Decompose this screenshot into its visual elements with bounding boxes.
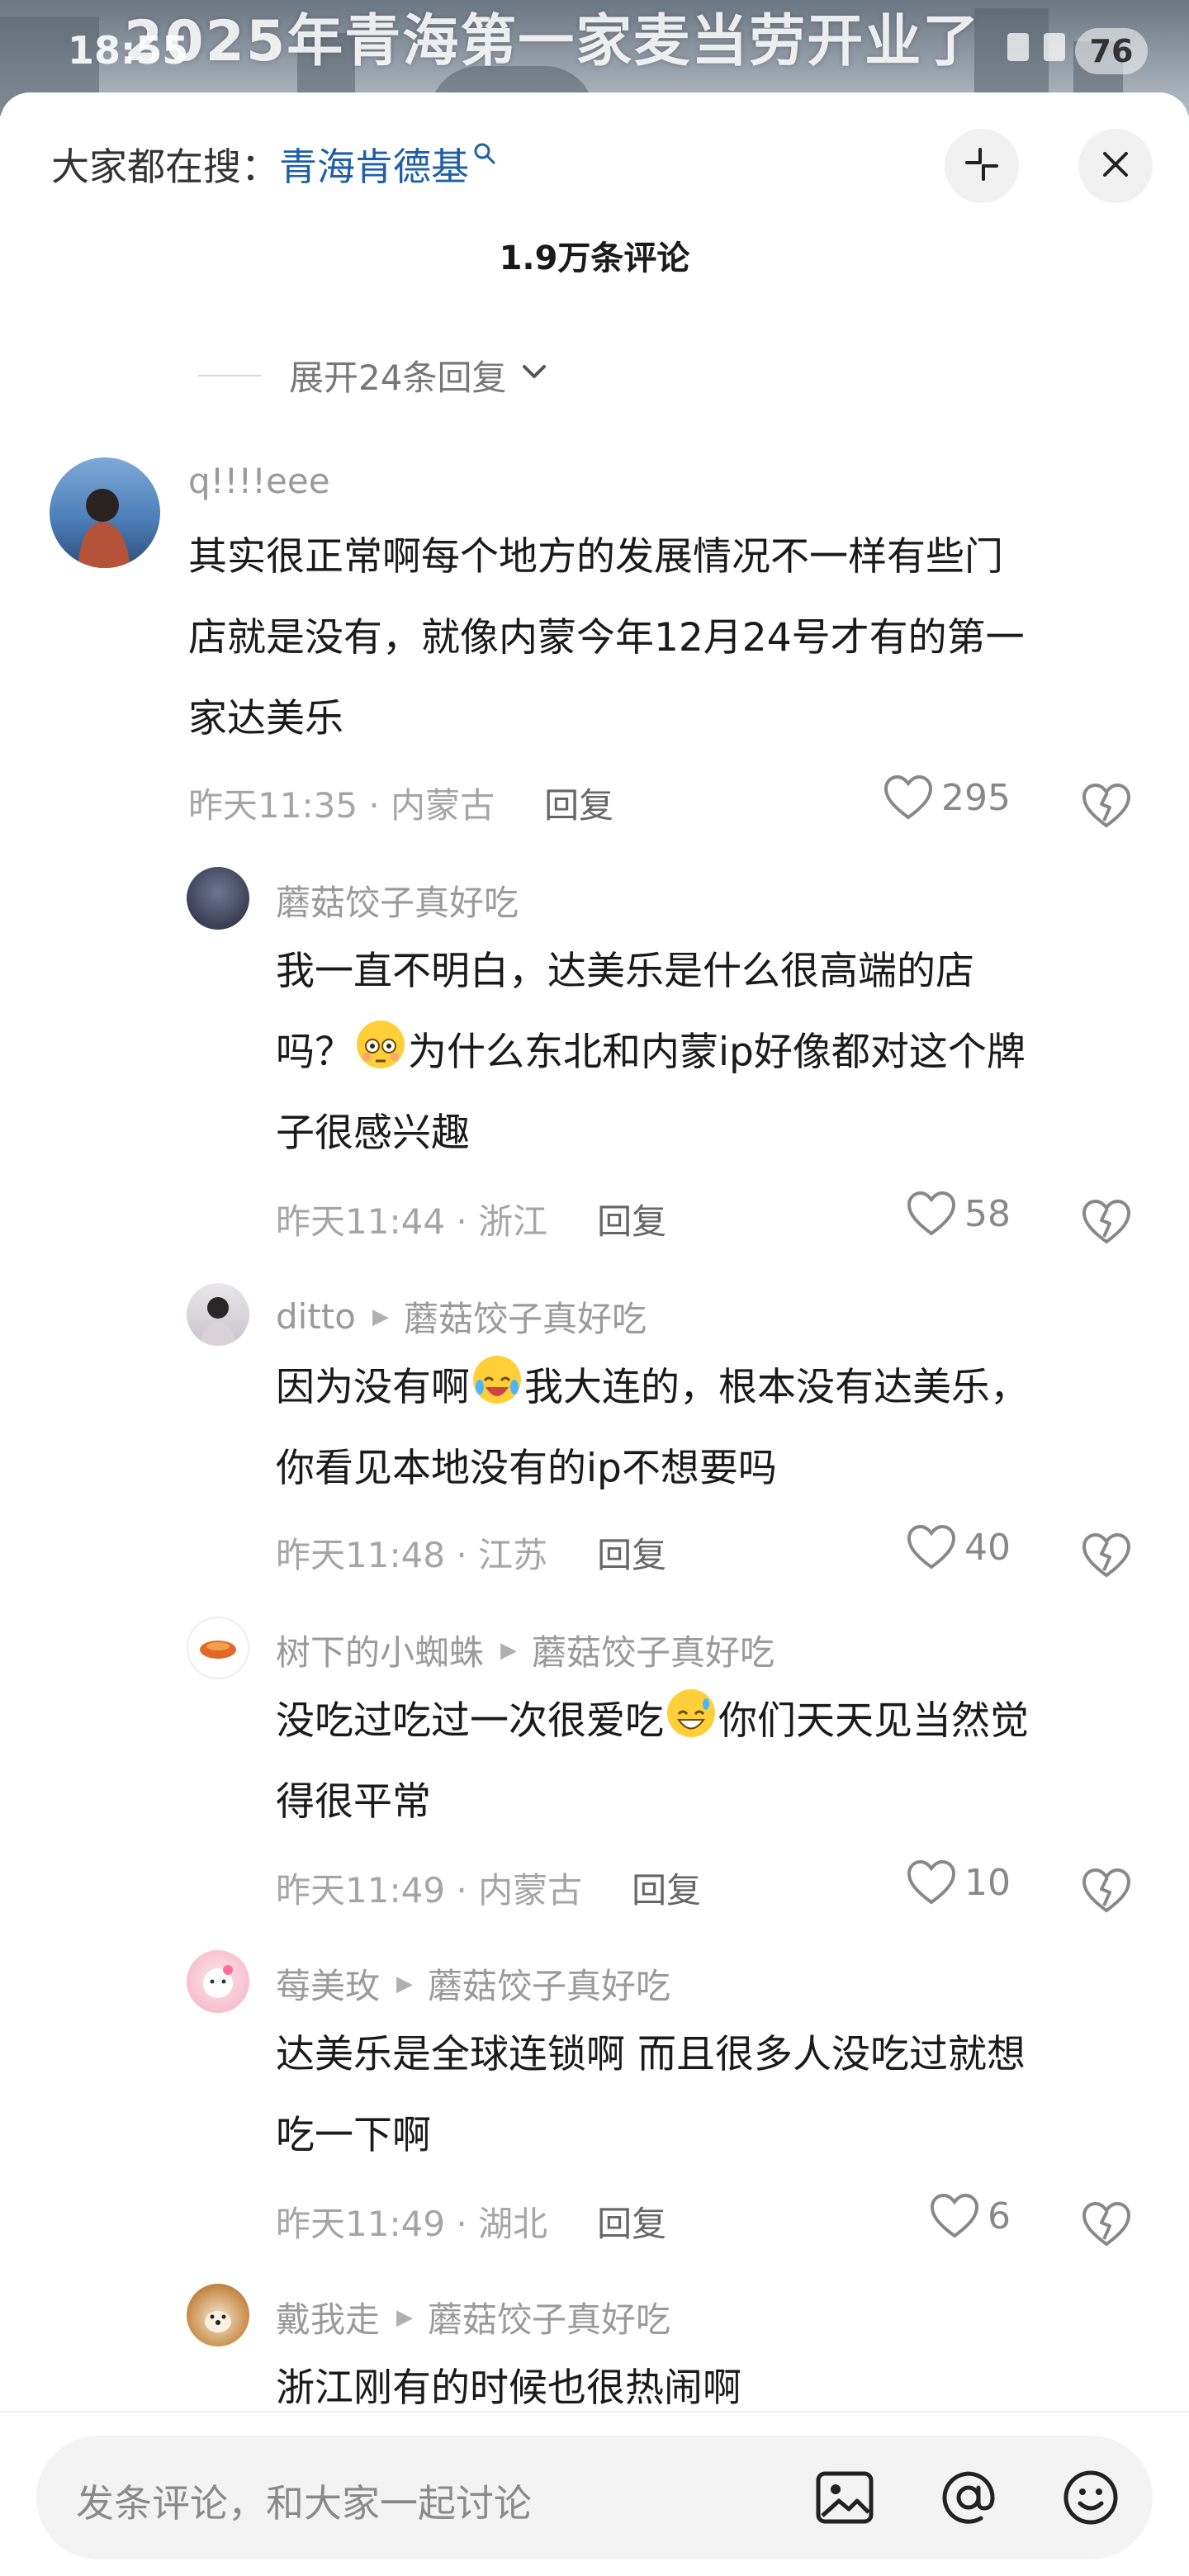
avatar[interactable] bbox=[187, 2284, 249, 2346]
heart-icon bbox=[907, 1524, 956, 1570]
status-time: 18:55 bbox=[68, 28, 189, 73]
comment-username[interactable]: q!!!!eee bbox=[188, 461, 330, 501]
search-suggestion[interactable]: 大家都在搜： 青海肯德基 bbox=[51, 137, 497, 192]
image-icon bbox=[816, 2471, 874, 2524]
comment-input[interactable]: 发条评论，和大家一起讨论 bbox=[36, 2436, 1153, 2559]
avatar[interactable] bbox=[50, 457, 160, 568]
chevron-down-icon bbox=[506, 355, 551, 396]
dislike-heart-icon bbox=[1082, 2201, 1131, 2247]
like-count: 58 bbox=[964, 1192, 1011, 1235]
comment-text: 没吃过吃过一次很爱吃 你们天天见当然觉 得很平常 bbox=[276, 1681, 1029, 1843]
comment-text: 其实很正常啊每个地方的发展情况不一样有些门 店就是没有，就像内蒙今年12月24号… bbox=[188, 534, 1025, 741]
comment-text: 因为没有啊 我大连的，根本没有达美乐， 你看见本地没有的ip不想要吗 bbox=[276, 1347, 1029, 1509]
laughing-crying-emoji-icon bbox=[473, 1356, 521, 1404]
mention-button[interactable] bbox=[938, 2467, 999, 2528]
search-suggestion-prefix: 大家都在搜： bbox=[51, 144, 279, 189]
collapse-button[interactable] bbox=[945, 129, 1019, 203]
avatar[interactable] bbox=[187, 1283, 249, 1346]
comment-time-location: 昨天11:49 · 湖北 bbox=[276, 2204, 548, 2244]
like-count: 40 bbox=[964, 1526, 1011, 1569]
like-count: 295 bbox=[941, 776, 1011, 819]
dislike-button[interactable] bbox=[1082, 1868, 1131, 1917]
like-count: 10 bbox=[964, 1861, 1011, 1904]
comment-count: 1.9万条评论 bbox=[499, 239, 690, 277]
divider bbox=[198, 374, 261, 376]
dislike-button[interactable] bbox=[1082, 2201, 1131, 2251]
comment-time-location: 昨天11:49 · 内蒙古 bbox=[276, 1870, 583, 1911]
image-button[interactable] bbox=[814, 2467, 875, 2528]
heart-icon bbox=[907, 1191, 956, 1236]
expand-replies-button[interactable]: 展开24条回复 bbox=[198, 350, 551, 400]
comment-username[interactable]: 树下的小蜘蛛 ▶ 蘑菇饺子真好吃 bbox=[276, 1625, 775, 1675]
battery-indicator: 76 bbox=[1075, 28, 1148, 74]
comment-time-location: 昨天11:48 · 江苏 bbox=[276, 1535, 548, 1575]
reply-button[interactable]: 回复 bbox=[597, 1201, 666, 1242]
dislike-button[interactable] bbox=[1082, 783, 1131, 832]
comment-meta: 昨天11:49 · 湖北 回复 bbox=[276, 2196, 666, 2247]
dislike-button[interactable] bbox=[1082, 1532, 1131, 1582]
emoji-button[interactable] bbox=[1060, 2467, 1121, 2528]
avatar[interactable] bbox=[187, 1950, 249, 2013]
search-suggestion-keyword[interactable]: 青海肯德基 bbox=[279, 137, 469, 192]
dislike-heart-icon bbox=[1082, 1868, 1131, 1913]
reply-button[interactable]: 回复 bbox=[544, 785, 613, 826]
dislike-heart-icon bbox=[1082, 1532, 1131, 1578]
reply-arrow-icon: ▶ bbox=[372, 1304, 389, 1329]
status-icons bbox=[1007, 33, 1065, 61]
like-button[interactable]: 58 bbox=[907, 1191, 1011, 1237]
reply-button[interactable]: 回复 bbox=[597, 1535, 666, 1575]
close-icon bbox=[1101, 149, 1130, 182]
avatar[interactable] bbox=[187, 867, 249, 930]
comment-sheet: 大家都在搜： 青海肯德基 1.9万条评论 展开24条回复 q!!!!eee 其实… bbox=[0, 92, 1189, 2576]
like-button[interactable]: 6 bbox=[930, 2193, 1011, 2239]
grinning-sweat-emoji-icon bbox=[667, 1689, 715, 1737]
collapse-icon bbox=[964, 146, 1000, 186]
video-title: 2025年青海第一家麦当劳开业了 bbox=[124, 9, 981, 74]
dislike-button[interactable] bbox=[1082, 1199, 1131, 1248]
comment-text: 达美乐是全球连锁啊 而且很多人没吃过就想 吃一下啊 bbox=[276, 2032, 1026, 2158]
heart-icon bbox=[930, 2193, 979, 2238]
reply-button[interactable]: 回复 bbox=[632, 1870, 701, 1911]
emoji-icon bbox=[1063, 2470, 1118, 2525]
comment-time-location: 昨天11:44 · 浙江 bbox=[276, 1201, 548, 1242]
like-button[interactable]: 40 bbox=[907, 1524, 1011, 1570]
comment-text: 我一直不明白，达美乐是什么很高端的店 吗？ 为什么东北和内蒙ip好像都对这个牌 子… bbox=[276, 949, 1026, 1156]
at-icon bbox=[942, 2471, 995, 2524]
comment-time-location: 昨天11:35 · 内蒙古 bbox=[188, 785, 495, 826]
reply-arrow-icon: ▶ bbox=[500, 1637, 518, 1663]
comment-username[interactable]: 莓美玫 ▶ 蘑菇饺子真好吃 bbox=[276, 1958, 670, 2009]
expand-replies-label: 展开24条回复 bbox=[289, 358, 507, 398]
search-icon bbox=[472, 141, 497, 173]
avatar[interactable] bbox=[187, 1617, 249, 1679]
flushed-emoji-icon bbox=[357, 1020, 405, 1068]
comment-username[interactable]: 戴我走 ▶ 蘑菇饺子真好吃 bbox=[276, 2292, 670, 2342]
comment-meta: 昨天11:49 · 内蒙古 回复 bbox=[276, 1863, 701, 1913]
heart-icon bbox=[883, 774, 933, 820]
comment-username[interactable]: ditto ▶ 蘑菇饺子真好吃 bbox=[276, 1291, 647, 1342]
comment-meta: 昨天11:35 · 内蒙古 回复 bbox=[188, 778, 613, 828]
comment-meta: 昨天11:48 · 江苏 回复 bbox=[276, 1527, 666, 1578]
reply-arrow-icon: ▶ bbox=[396, 2304, 414, 2330]
like-button[interactable]: 295 bbox=[883, 774, 1011, 821]
dislike-heart-icon bbox=[1082, 783, 1131, 828]
reply-arrow-icon: ▶ bbox=[396, 1971, 414, 1996]
like-count: 6 bbox=[988, 2195, 1011, 2237]
signal-icon bbox=[1007, 33, 1029, 61]
comment-username[interactable]: 蘑菇饺子真好吃 bbox=[276, 875, 519, 926]
close-button[interactable] bbox=[1078, 129, 1153, 203]
divider bbox=[0, 2411, 1189, 2413]
comment-meta: 昨天11:44 · 浙江 回复 bbox=[276, 1194, 666, 1244]
heart-icon bbox=[907, 1859, 956, 1905]
wifi-icon bbox=[1044, 33, 1065, 61]
like-button[interactable]: 10 bbox=[907, 1859, 1011, 1906]
dislike-heart-icon bbox=[1082, 1199, 1131, 1244]
reply-button[interactable]: 回复 bbox=[597, 2204, 666, 2244]
comment-input-placeholder: 发条评论，和大家一起讨论 bbox=[76, 2481, 532, 2526]
